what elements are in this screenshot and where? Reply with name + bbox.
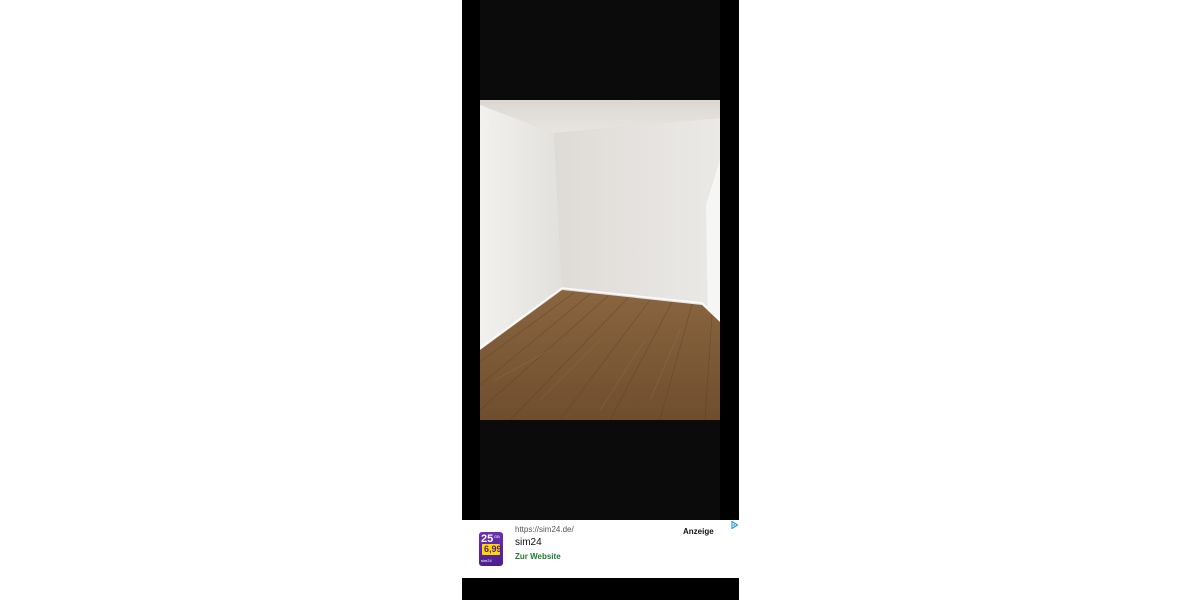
image-viewer: 25 GB 6,99 sim24 https://sim24.de/ sim24… [462,0,739,600]
ad-title[interactable]: sim24 [515,537,542,549]
logo-price-box: 6,99 [482,544,502,555]
visit-website-link[interactable]: Zur Website [515,552,561,562]
logo-unit: GB [494,534,500,539]
photo-viewer[interactable] [480,0,720,520]
ad-label: Anzeige [683,527,714,536]
sim24-logo[interactable]: 25 GB 6,99 sim24 [479,532,503,566]
page: 25 GB 6,99 sim24 https://sim24.de/ sim24… [0,0,1200,600]
room-photo[interactable] [480,100,720,420]
ad-choices-icon[interactable] [731,521,738,529]
ad-url[interactable]: https://sim24.de/ [515,525,574,535]
logo-brand: sim24 [481,558,492,563]
room-photo-image [480,100,720,420]
ad-banner[interactable]: 25 GB 6,99 sim24 https://sim24.de/ sim24… [462,520,739,578]
logo-price: 6,99 [484,544,502,554]
